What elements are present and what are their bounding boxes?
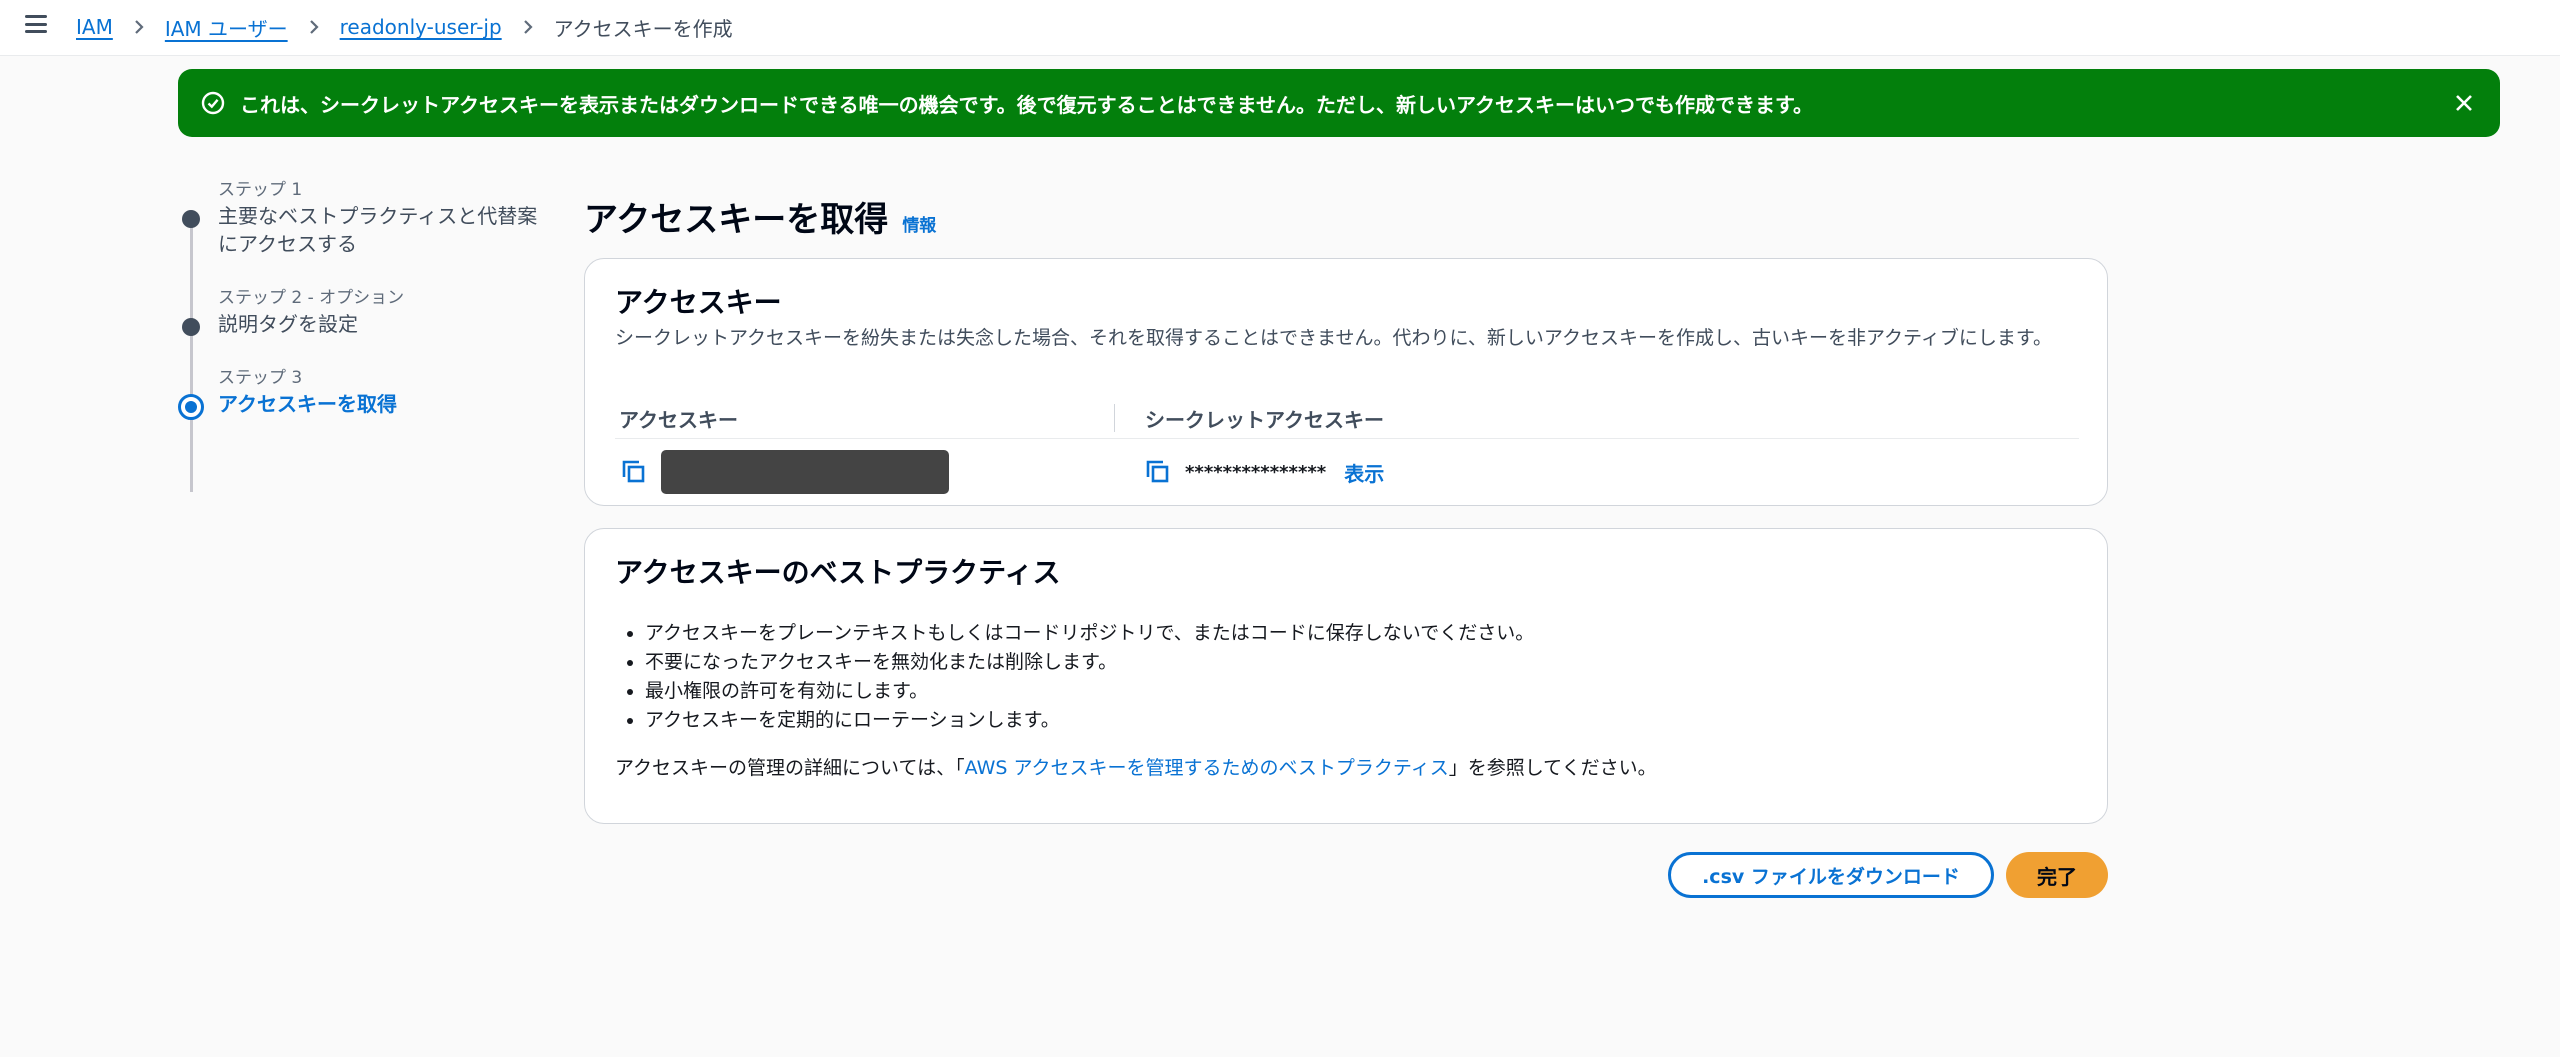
reference-prefix: アクセスキーの管理の詳細については、「 [615,757,965,779]
breadcrumb-iam[interactable]: IAM [76,15,113,39]
step-complete-dot [182,210,200,228]
best-practices-list: アクセスキーをプレーンテキストもしくはコードリポジトリで、またはコードに保存しな… [615,619,2079,735]
list-item: 不要になったアクセスキーを無効化または削除します。 [645,648,2079,677]
done-button[interactable]: 完了 [2006,852,2108,898]
column-header-access-key: アクセスキー [615,404,1115,433]
breadcrumb-current: アクセスキーを作成 [553,16,733,41]
step-2: ステップ 2 - オプション 説明タグを設定 [178,286,548,366]
table-row: *************** 表示 [615,439,2079,505]
download-csv-button[interactable]: .csv ファイルをダウンロード [1668,852,1994,898]
access-key-card: アクセスキー シークレットアクセスキーを紛失または失念した場合、それを取得するこ… [584,258,2108,506]
list-item: アクセスキーをプレーンテキストもしくはコードリポジトリで、またはコードに保存しな… [645,619,2079,648]
check-circle-icon [201,91,225,115]
list-item: アクセスキーを定期的にローテーションします。 [645,706,2079,735]
top-navigation-bar: IAM IAM ユーザー readonly-user-jp アクセスキーを作成 [0,0,2560,56]
chevron-right-icon [309,20,319,34]
access-key-description: シークレットアクセスキーを紛失または失念した場合、それを取得することはできません… [615,327,2052,349]
copy-icon[interactable] [1145,459,1171,485]
close-icon[interactable] [2450,89,2478,117]
step-active-dot [178,394,204,420]
page-title: アクセスキーを取得 [584,200,889,240]
breadcrumb-iam-users[interactable]: IAM ユーザー [165,13,288,42]
chevron-right-icon [523,20,533,34]
access-key-value-redacted [661,450,949,494]
flash-message: これは、シークレットアクセスキーを表示またはダウンロードできる唯一の機会です。後… [240,92,1813,117]
access-key-heading: アクセスキー [615,286,782,319]
list-item: 最小権限の許可を有効にします。 [645,677,2079,706]
step-title: アクセスキーを取得 [218,392,397,416]
show-secret-link[interactable]: 表示 [1344,458,1384,487]
info-link[interactable]: 情報 [902,211,936,236]
access-key-table: アクセスキー シークレットアクセスキー *************** 表示 [615,399,2079,505]
step-3: ステップ 3 アクセスキーを取得 [178,366,548,426]
step-number: ステップ 1 [218,180,303,200]
step-title: 主要なベストプラクティスと代替案にアクセスする [218,204,538,256]
reference-suffix: 」を参照してください。 [1448,757,1657,779]
secret-key-masked: *************** [1185,461,1327,483]
step-number: ステップ 3 [218,368,303,388]
success-flash-banner: これは、シークレットアクセスキーを表示またはダウンロードできる唯一の機会です。後… [178,69,2500,137]
best-practices-reference: アクセスキーの管理の詳細については、「AWS アクセスキーを管理するためのベスト… [615,753,2079,780]
best-practices-doc-link[interactable]: AWS アクセスキーを管理するためのベストプラクティス [965,757,1449,779]
step-title: 説明タグを設定 [218,312,358,336]
chevron-right-icon [135,20,144,34]
step-number: ステップ 2 - オプション [218,288,405,308]
step-complete-dot [182,318,200,336]
best-practices-card: アクセスキーのベストプラクティス アクセスキーをプレーンテキストもしくはコードリ… [584,528,2108,824]
step-1: ステップ 1 主要なベストプラクティスと代替案にアクセスする [178,178,548,286]
breadcrumb: IAM IAM ユーザー readonly-user-jp アクセスキーを作成 [76,12,733,42]
copy-icon[interactable] [621,459,647,485]
wizard-steps: ステップ 1 主要なベストプラクティスと代替案にアクセスする ステップ 2 - … [178,178,548,492]
page-header: アクセスキーを取得 情報 [584,192,936,241]
menu-icon[interactable] [24,12,48,36]
column-header-secret-key: シークレットアクセスキー [1145,408,1384,432]
table-header: アクセスキー シークレットアクセスキー [615,399,2079,439]
breadcrumb-user[interactable]: readonly-user-jp [340,15,502,39]
best-practices-heading: アクセスキーのベストプラクティス [615,556,1061,589]
